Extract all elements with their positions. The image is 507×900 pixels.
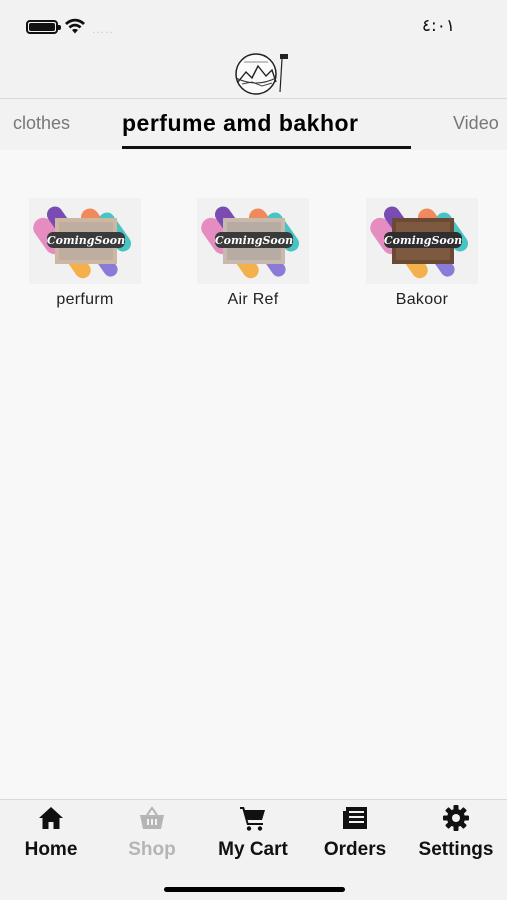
product-card-air-ref[interactable]: ComingSoon Air Ref	[193, 198, 313, 309]
basket-icon	[140, 806, 164, 829]
selected-tab-indicator	[122, 146, 411, 149]
bottom-nav: Home Shop My Cart Orders Settings	[0, 799, 507, 900]
battery-icon	[26, 20, 61, 34]
product-card-perfurm[interactable]: ComingSoon perfurm	[25, 198, 145, 309]
app-header	[0, 50, 507, 98]
nav-label: Settings	[418, 839, 494, 860]
cart-icon	[240, 807, 265, 831]
nav-my-cart[interactable]: My Cart	[203, 800, 303, 870]
svg-text:ComingSoon: ComingSoon	[215, 234, 293, 247]
product-label: Air Ref	[227, 291, 279, 308]
nav-settings[interactable]: Settings	[406, 800, 506, 870]
nav-label: Shop	[128, 839, 176, 860]
nav-label: Home	[24, 839, 78, 860]
nav-home[interactable]: Home	[1, 800, 101, 870]
category-tabs: clothes perfume amd bakhor Video	[0, 98, 507, 150]
nav-label: Orders	[323, 839, 387, 860]
home-icon	[39, 807, 63, 829]
wifi-icon	[65, 18, 85, 34]
orders-icon	[343, 807, 367, 829]
product-card-bakoor[interactable]: ComingSoon Bakoor	[362, 198, 482, 309]
coming-soon-image: ComingSoon	[366, 198, 478, 284]
tab-video[interactable]: Video	[453, 113, 499, 134]
nav-shop[interactable]: Shop	[102, 800, 202, 870]
carrier-text: .....	[92, 22, 114, 36]
tab-clothes[interactable]: clothes	[13, 113, 70, 134]
product-label: Bakoor	[395, 291, 449, 308]
tab-perfume-amd-bakhor[interactable]: perfume amd bakhor	[122, 110, 359, 137]
status-bar: ..... ٤:٠١	[0, 0, 507, 50]
product-label: perfurm	[56, 291, 114, 308]
product-grid: ComingSoon perfurm ComingSoon Air Ref Co…	[0, 198, 507, 318]
app-logo[interactable]	[222, 52, 294, 96]
coming-soon-image: ComingSoon	[29, 198, 141, 284]
gear-icon	[443, 805, 469, 831]
nav-orders[interactable]: Orders	[305, 800, 405, 870]
svg-text:ComingSoon: ComingSoon	[384, 234, 462, 247]
home-indicator[interactable]	[164, 887, 345, 892]
nav-label: My Cart	[218, 839, 288, 860]
coming-soon-image: ComingSoon	[197, 198, 309, 284]
svg-text:ComingSoon: ComingSoon	[47, 234, 125, 247]
status-time: ٤:٠١	[421, 16, 455, 36]
